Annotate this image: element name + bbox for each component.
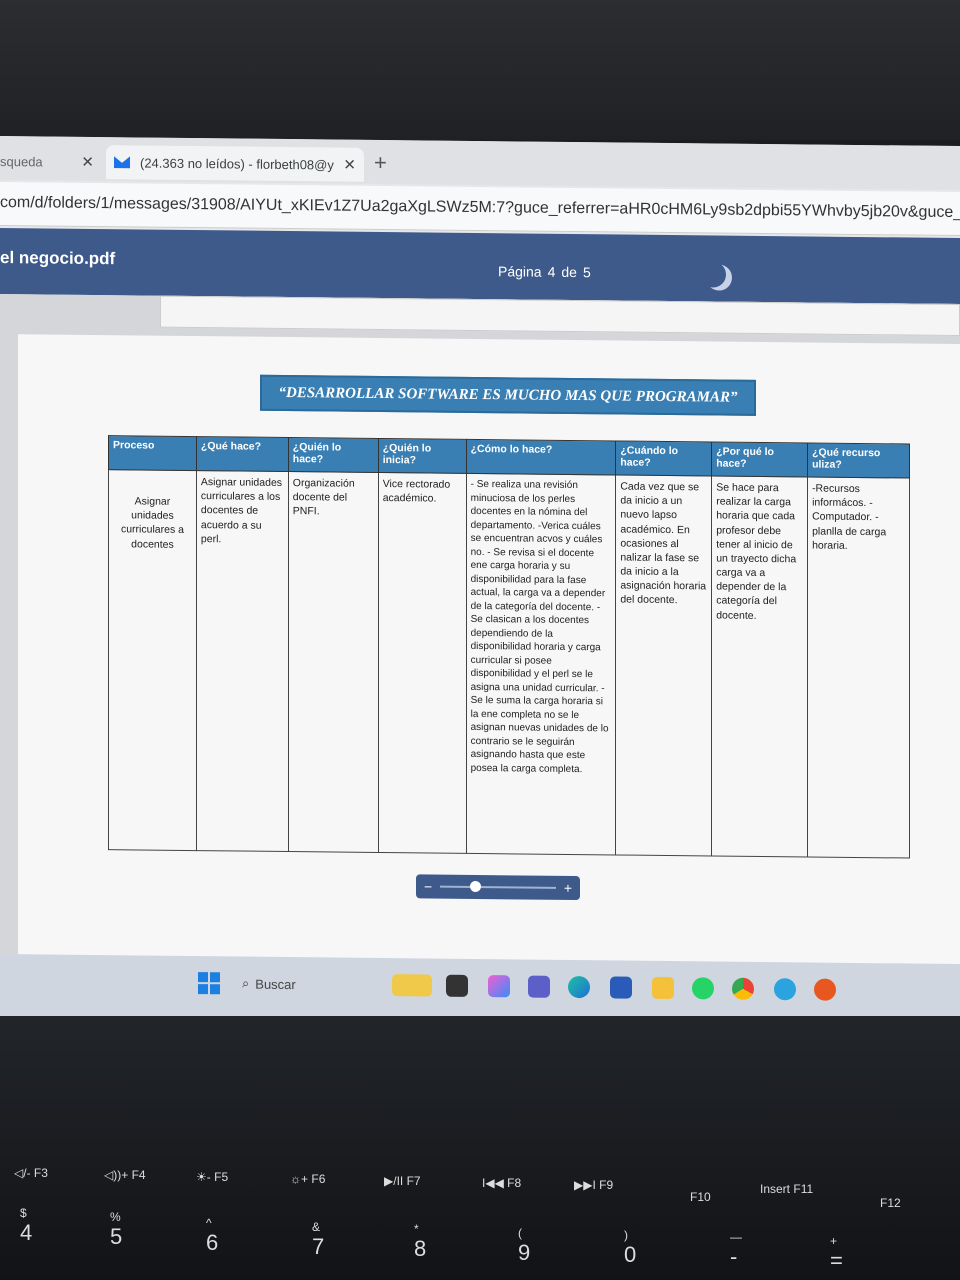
table-cell: Organización docente del PNFI. <box>288 471 379 853</box>
table-header: ¿Qué hace? <box>196 436 289 472</box>
tab-mail[interactable]: (24.363 no leídos) - florbeth08@y ✕ <box>106 145 364 182</box>
key-f8[interactable]: I◀◀ F8 <box>482 1176 521 1190</box>
store-icon[interactable] <box>610 976 632 999</box>
copilot-icon[interactable] <box>488 975 510 998</box>
url-text[interactable]: com/d/folders/1/messages/31908/AIYUt_xKI… <box>0 194 960 222</box>
close-icon[interactable]: ✕ <box>343 156 356 174</box>
key-f7[interactable]: ▶/II F7 <box>384 1174 421 1188</box>
key-0[interactable]: ) 0 <box>624 1228 636 1268</box>
laptop-keyboard: ◁/- F3 ◁))+ F4 ☀- F5 ☼+ F6 ▶/II F7 I◀◀ F… <box>0 1016 960 1280</box>
page-total: 5 <box>582 264 591 281</box>
search-icon: ⌕ <box>242 975 250 991</box>
table-cell: Cada vez que se da inicio a un nuevo lap… <box>615 474 712 856</box>
key-f9[interactable]: ▶▶I F9 <box>574 1178 613 1192</box>
zoom-out-button[interactable]: − <box>424 878 432 894</box>
office-icon[interactable] <box>814 978 836 1001</box>
key-f10[interactable]: F10 <box>690 1190 711 1204</box>
zoom-in-button[interactable]: + <box>564 880 572 896</box>
monitor-bezel <box>0 0 960 140</box>
moon-icon[interactable] <box>700 261 726 287</box>
chrome-icon[interactable] <box>732 977 754 1000</box>
edge-icon[interactable] <box>568 975 590 999</box>
file-explorer-icon[interactable] <box>446 974 468 997</box>
page-banner: “DESARROLLAR SOFTWARE ES MUCHO MAS QUE P… <box>260 374 756 416</box>
key-f3[interactable]: ◁/- F3 <box>14 1166 48 1180</box>
close-icon[interactable]: ✕ <box>81 153 94 171</box>
page-current[interactable]: 4 <box>548 264 556 280</box>
screen: squeda ✕ (24.363 no leídos) - florbeth08… <box>0 136 960 1027</box>
whatsapp-icon[interactable] <box>692 977 714 1000</box>
key-9[interactable]: (9 <box>518 1226 530 1266</box>
address-bar[interactable]: com/d/folders/1/messages/31908/AIYUt_xKI… <box>0 182 960 237</box>
search-placeholder: Buscar <box>255 976 296 992</box>
pdf-filename: el negocio.pdf <box>0 248 116 269</box>
key-4[interactable]: $4 <box>20 1206 32 1246</box>
table-header: ¿Quién lo inicia? <box>378 438 467 474</box>
mail-icon <box>114 156 130 168</box>
key-8[interactable]: * 8 <box>414 1222 426 1262</box>
page-of: de <box>561 263 577 281</box>
table-cell: Vice rectorado académico. <box>378 472 467 854</box>
pdf-toolbar: el negocio.pdf Página 4 de 5 <box>0 228 960 305</box>
page-label: Página <box>498 263 542 280</box>
key-f4[interactable]: ◁))+ F4 <box>104 1168 146 1182</box>
process-table: Proceso ¿Qué hace? ¿Quién lo hace? ¿Quié… <box>108 435 910 859</box>
pdf-viewer: “DESARROLLAR SOFTWARE ES MUCHO MAS QUE P… <box>0 294 960 1027</box>
key-f12[interactable]: F12 <box>880 1196 901 1210</box>
table-cell: Se hace para realizar la carga horaria q… <box>711 475 808 857</box>
table-header: Proceso <box>108 435 197 471</box>
table-header: ¿Cómo lo hace? <box>466 439 616 475</box>
folder-icon[interactable] <box>652 976 674 1000</box>
key-minus[interactable]: — - <box>730 1230 742 1270</box>
table-header: ¿Cuándo lo hace? <box>615 440 712 476</box>
table-cell: Asignar unidades curriculares a docentes <box>108 469 197 851</box>
telegram-icon[interactable] <box>774 978 796 1001</box>
key-f11[interactable]: Insert F11 <box>760 1182 813 1196</box>
key-f6[interactable]: ☼+ F6 <box>290 1172 325 1186</box>
zoom-knob[interactable] <box>470 880 482 893</box>
table-header: ¿Quién lo hace? <box>288 437 379 473</box>
taskbar-search[interactable]: ⌕ Buscar <box>236 968 386 1000</box>
table-header: ¿Por qué lo hace? <box>711 441 808 477</box>
table-header: ¿Qué recurso uliza? <box>807 442 910 479</box>
zoom-slider[interactable] <box>440 880 556 893</box>
table-cell: Asignar unidades curriculares a los doce… <box>196 470 289 852</box>
key-7[interactable]: & 7 <box>312 1220 324 1260</box>
tab-title: (24.363 no leídos) - florbeth08@y <box>140 154 334 172</box>
table-row: Asignar unidades curriculares a docentes… <box>108 469 910 859</box>
tab-search[interactable]: squeda ✕ <box>0 144 100 179</box>
windows-start-icon[interactable] <box>198 972 220 995</box>
page-indicator: Página 4 de 5 <box>498 263 591 280</box>
new-tab-button[interactable]: + <box>374 150 387 176</box>
tab-bar: squeda ✕ (24.363 no leídos) - florbeth08… <box>0 136 960 191</box>
key-equals[interactable]: + = <box>830 1234 843 1274</box>
table-cell: -Recursos informácos. -Computador. -plan… <box>807 476 910 859</box>
teams-icon[interactable] <box>528 975 550 998</box>
key-6[interactable]: ^ 6 <box>206 1216 218 1256</box>
key-5[interactable]: % 5 <box>110 1210 122 1250</box>
table-cell: - Se realiza una revisión minuciosa de l… <box>466 473 616 855</box>
key-f5[interactable]: ☀- F5 <box>196 1170 228 1184</box>
tab-title: squeda <box>0 153 43 169</box>
zoom-control[interactable]: − + <box>416 874 580 901</box>
widgets-icon[interactable] <box>392 974 432 997</box>
